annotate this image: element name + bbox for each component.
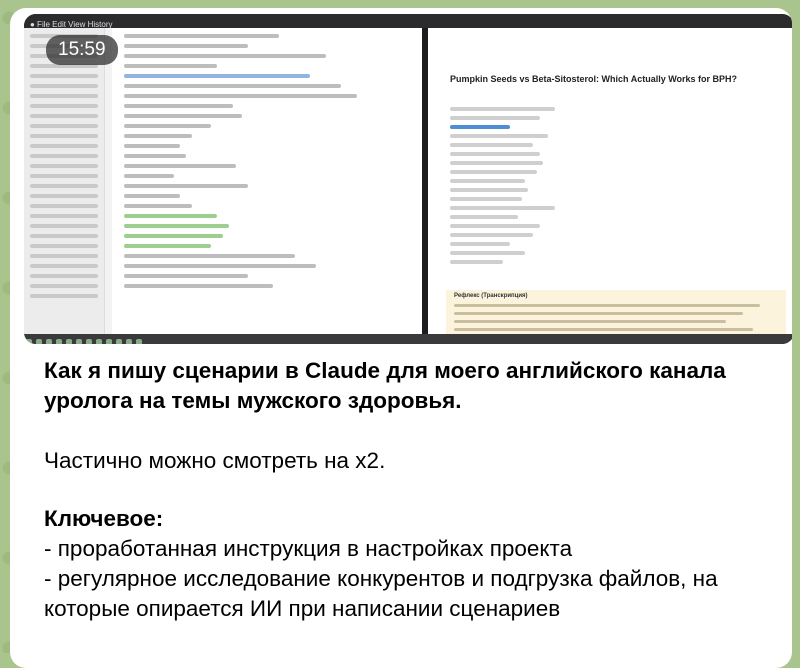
message-note: Частично можно смотреть на x2. [44, 448, 386, 473]
document-title: Pumpkin Seeds vs Beta-Sitosterol: Which … [450, 74, 738, 84]
notion-window: Pumpkin Seeds vs Beta-Sitosterol: Which … [428, 28, 792, 334]
callout-label: Рефлекс (Транскрипция) [454, 293, 528, 299]
key-item: - регулярное исследование конкурентов и … [44, 566, 718, 621]
message-title: Как я пишу сценарии в Claude для моего а… [44, 358, 726, 413]
key-heading: Ключевое: [44, 506, 164, 531]
mac-dock [24, 334, 792, 344]
video-timestamp: 15:59 [46, 35, 118, 65]
transcript-callout: Рефлекс (Транскрипция) [446, 290, 786, 334]
video-preview[interactable]: ● File Edit View History Pumpkin Seeds v… [24, 14, 792, 344]
claude-window [24, 28, 422, 334]
message-bubble: ● File Edit View History Pumpkin Seeds v… [10, 8, 792, 668]
claude-sidebar [24, 28, 105, 334]
mac-menu-bar: ● File Edit View History [24, 14, 792, 29]
key-item: - проработанная инструкция в настройках … [44, 536, 573, 561]
claude-chat-area [112, 28, 422, 334]
document-properties [450, 102, 600, 269]
